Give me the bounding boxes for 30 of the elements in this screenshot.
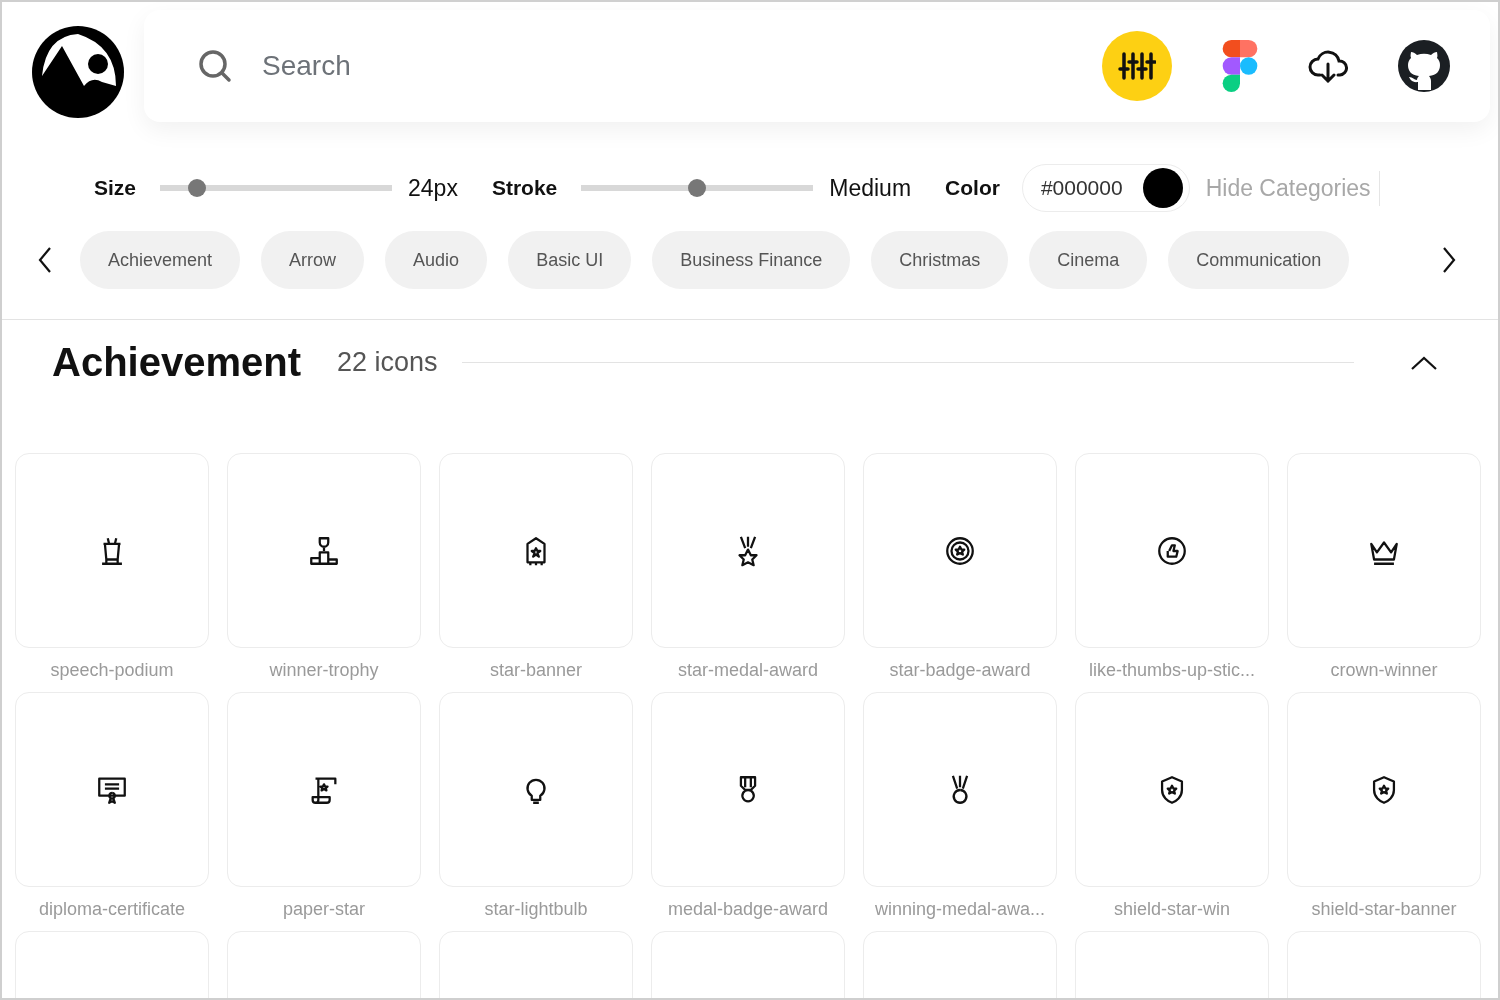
color-label: Color	[945, 176, 1000, 200]
category-chip[interactable]: Basic UI	[508, 231, 632, 289]
icon-name: like-thumbs-up-stic...	[1088, 660, 1255, 682]
icon-name: shield-star-banner	[1311, 899, 1457, 921]
icon-name: diploma-certificate	[38, 899, 186, 921]
icon-name: paper-star	[282, 899, 365, 921]
icon-name: shield-star-win	[1113, 899, 1230, 921]
icon-count: 22 icons	[337, 347, 438, 378]
icon-name: crown-winner	[1330, 660, 1438, 682]
size-value: 24px	[408, 174, 458, 202]
category-chip[interactable]: Achievement	[80, 231, 241, 289]
icon-name: star-badge-award	[889, 660, 1031, 682]
icon-name: medal-badge-award	[667, 899, 829, 921]
category-chip[interactable]: Christmas	[871, 231, 1009, 289]
stroke-label: Stroke	[491, 176, 558, 200]
category-chip[interactable]: Business Finance	[652, 231, 851, 289]
icon-name: winner-trophy	[269, 660, 379, 682]
search-field[interactable]: Search	[144, 10, 1490, 122]
size-label: Size	[94, 176, 137, 200]
icon-name: speech-podium	[50, 660, 174, 682]
category-chip[interactable]: Cinema	[1029, 231, 1148, 289]
stroke-value: Medium	[829, 174, 912, 202]
category-chip[interactable]: Arrow	[261, 231, 365, 289]
category-chip[interactable]: Communication	[1168, 231, 1350, 289]
icon-name: star-banner	[489, 660, 583, 682]
icon-name: winning-medal-awa...	[874, 899, 1046, 921]
section-title: Achievement	[52, 340, 301, 385]
category-chip[interactable]: Audio	[385, 231, 488, 289]
icon-name: star-medal-award	[677, 660, 818, 682]
icon-name: star-lightbulb	[484, 899, 588, 921]
